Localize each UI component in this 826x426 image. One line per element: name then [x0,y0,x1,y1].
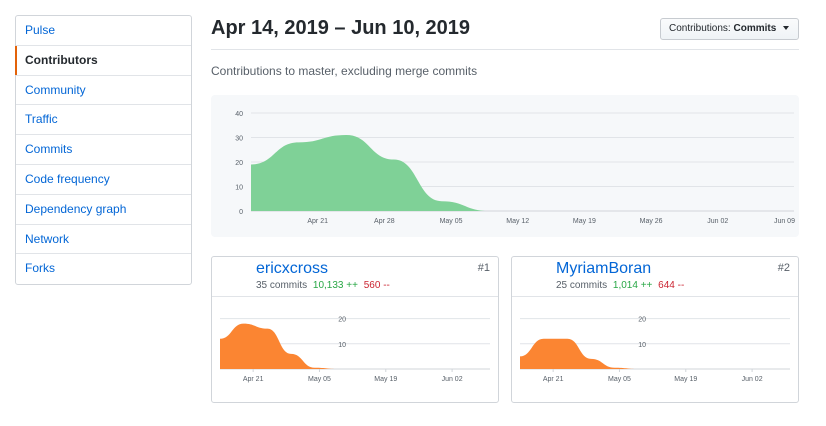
series-area [251,135,794,211]
dropdown-value: Commits [733,23,777,34]
contributor-rank: #2 [777,262,790,274]
x-tick-label: Jun 02 [707,218,728,225]
y-tick-label: 10 [638,342,646,349]
x-tick-label: Jun 02 [442,376,463,383]
y-tick-label: 30 [235,136,243,143]
commit-count: 25 commits [556,280,608,291]
sidebar-item-pulse[interactable]: Pulse [16,16,191,46]
chart-subtitle: Contributions to master, excluding merge… [211,64,478,78]
commit-count: 35 commits [256,280,308,291]
x-tick-label: Apr 21 [243,376,264,383]
cartoon-avatar-icon[interactable] [518,262,548,292]
x-tick-label: May 05 [608,376,631,383]
sidebar-item-forks[interactable]: Forks [16,254,191,284]
sidebar-item-community[interactable]: Community [16,76,191,106]
x-tick-label: Apr 21 [543,376,564,383]
sidebar-item-traffic[interactable]: Traffic [16,105,191,136]
date-range-title: Apr 14, 2019 – Jun 10, 2019 [211,17,471,39]
x-tick-label: May 05 [440,218,463,225]
x-tick-label: Jun 09 [774,218,795,225]
y-tick-label: 10 [338,342,346,349]
insights-sidebar: Pulse Contributors Community Traffic Com… [15,15,192,286]
x-tick-label: May 19 [573,218,596,225]
additions-count: 10,133 ++ [312,280,358,291]
y-tick-label: 20 [338,317,346,324]
x-tick-label: May 19 [374,376,397,383]
additions-count: 1,014 ++ [612,280,653,291]
contributions-chart-svg: 0 10 20 30 40 Apr 21 Apr 28 May 05 May 12 May 19 M… [235,111,795,225]
sidebar-item-commits[interactable]: Commits [16,135,191,165]
contributor-rank: #1 [477,262,490,274]
x-tick-label: May 26 [640,218,663,225]
deletions-count: 644 -- [658,280,685,291]
x-tick-label: Jun 02 [742,376,763,383]
x-tick-label: May 12 [506,218,529,225]
x-tick-label: Apr 21 [307,218,328,225]
contributor-card: MyriamBoran 25 commits 1,014 ++ 644 -- #… [511,256,799,403]
header-divider [211,49,799,50]
caret-down-icon [783,26,790,31]
y-tick-label: 0 [239,209,243,216]
series-area [220,323,490,369]
y-tick-label: 10 [235,185,243,192]
contributions-chart: 0 10 20 30 40 Apr 21 Apr 28 May 05 May 12 May 19 M… [211,95,799,237]
dropdown-prefix: Contributions: [669,23,731,34]
contributor-chart: 10 20 Apr 21 May 05 May 19 Jun 02 [219,317,490,383]
contributor-card-header: ericxcross 35 commits 10,133 ++ 560 -- #… [212,257,498,297]
contributions-type-dropdown[interactable]: Contributions: Commits [660,18,799,40]
contributor-card-header: MyriamBoran 25 commits 1,014 ++ 644 -- #… [512,257,798,297]
x-tick-label: May 05 [308,376,331,383]
y-tick-label: 40 [235,111,243,118]
contributor-stats: 35 commits 10,133 ++ 560 -- [256,280,390,291]
deletions-count: 560 -- [363,280,390,291]
x-tick-label: Apr 28 [374,218,395,225]
series-area [520,338,790,369]
sidebar-item-code-frequency[interactable]: Code frequency [16,165,191,195]
sidebar-item-network[interactable]: Network [16,225,191,255]
contributor-username-link[interactable]: MyriamBoran [556,260,651,278]
sidebar-item-dependency-graph[interactable]: Dependency graph [16,195,191,225]
contributor-card: ericxcross 35 commits 10,133 ++ 560 -- #… [211,256,499,403]
contributor-chart: 10 20 Apr 21 May 05 May 19 Jun 02 [519,317,790,383]
y-tick-label: 20 [235,160,243,167]
y-tick-label: 20 [638,317,646,324]
contributor-stats: 25 commits 1,014 ++ 644 -- [556,280,684,291]
person-avatar-icon[interactable] [218,262,248,292]
sidebar-item-contributors[interactable]: Contributors [15,45,191,76]
contributor-username-link[interactable]: ericxcross [256,260,328,278]
x-tick-label: May 19 [674,376,697,383]
